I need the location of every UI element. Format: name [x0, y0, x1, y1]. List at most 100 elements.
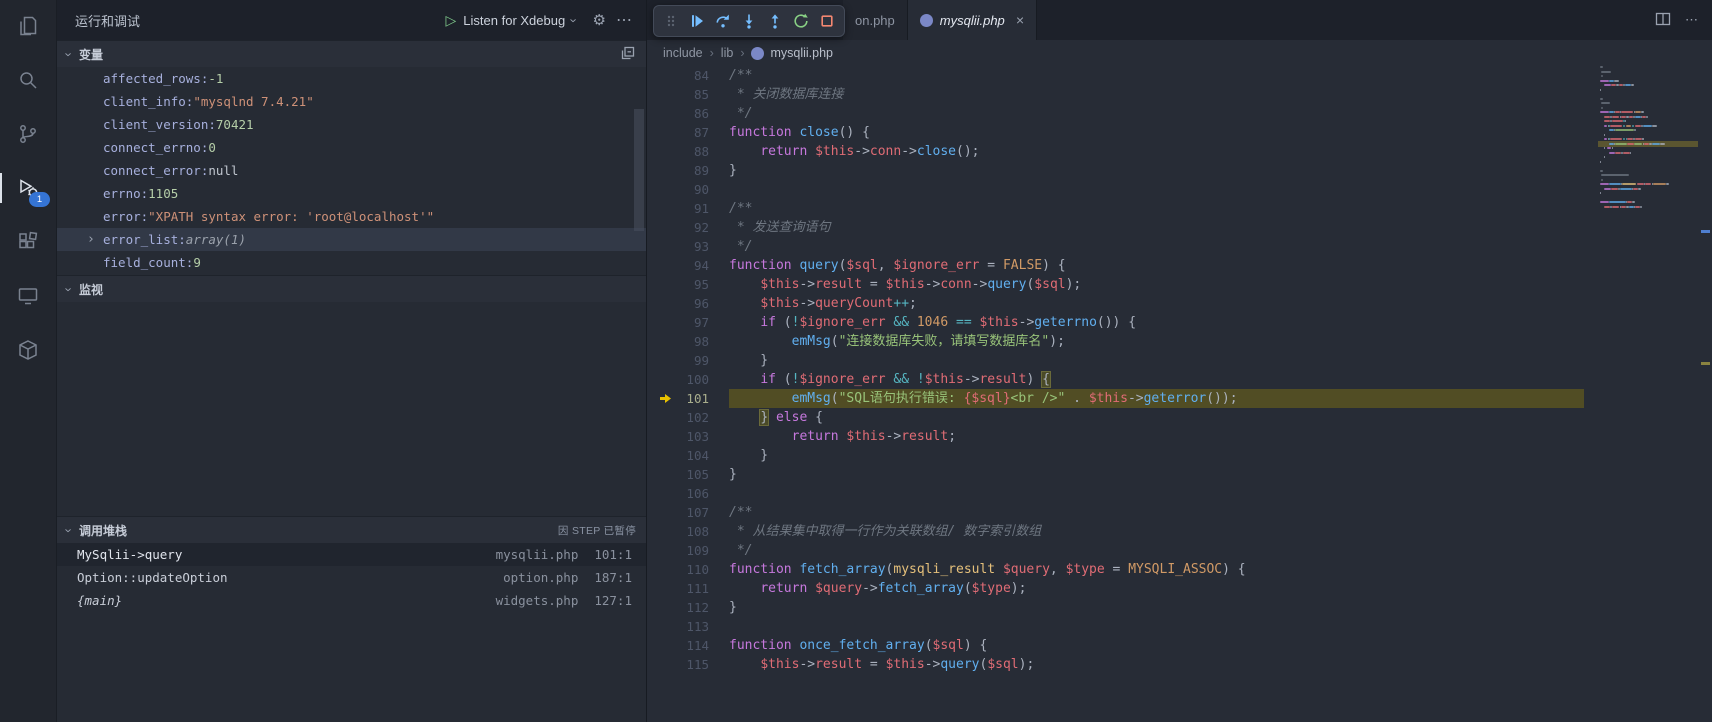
code-line[interactable]: 95 $this->result = $this->conn->query($s…: [647, 275, 1584, 294]
package-icon[interactable]: [4, 330, 52, 370]
php-file-icon: [920, 14, 933, 27]
breadcrumb: include › lib › mysqlii.php: [647, 40, 1712, 66]
restart-button[interactable]: [788, 8, 814, 34]
editor-group: on.php mysqlii.php × ⋯ include › lib ›: [647, 0, 1712, 722]
variable-row[interactable]: connect_error: null: [57, 159, 646, 182]
overview-ruler[interactable]: [1698, 40, 1712, 722]
variable-row[interactable]: ›error_list: array(1): [57, 228, 646, 251]
code-line[interactable]: 114function once_fetch_array($sql) {: [647, 636, 1584, 655]
debug-config-dropdown[interactable]: ▷ Listen for Xdebug ›: [446, 12, 577, 29]
ruler-marker: [1701, 230, 1710, 233]
paused-status-badge: 因 STEP 已暂停: [558, 523, 636, 538]
code-line[interactable]: 93 */: [647, 237, 1584, 256]
code-line[interactable]: 101 emMsg("SQL语句执行错误: {$sql}<br />" . $t…: [647, 389, 1584, 408]
code-line[interactable]: 91/**: [647, 199, 1584, 218]
variables-section-header[interactable]: › 变量: [57, 40, 646, 67]
code-line[interactable]: 103 return $this->result;: [647, 427, 1584, 446]
run-and-debug-icon[interactable]: 1: [4, 168, 52, 208]
variable-row[interactable]: errno: 1105: [57, 182, 646, 205]
code-line[interactable]: 109 */: [647, 541, 1584, 560]
code-line[interactable]: 96 $this->queryCount++;: [647, 294, 1584, 313]
breadcrumb-item[interactable]: lib: [721, 46, 734, 60]
tabs: on.php mysqlii.php ×: [843, 0, 1037, 40]
code-line[interactable]: 86 */: [647, 104, 1584, 123]
split-editor-icon[interactable]: [1655, 11, 1671, 30]
code-line[interactable]: 98 emMsg("连接数据库失败，请填写数据库名");: [647, 332, 1584, 351]
code-line[interactable]: 94function query($sql, $ignore_err = FAL…: [647, 256, 1584, 275]
variable-row[interactable]: client_info: "mysqlnd 7.4.21": [57, 90, 646, 113]
stack-frame[interactable]: MySqlii->querymysqlii.php101:1: [57, 543, 646, 566]
code-line[interactable]: 107/**: [647, 503, 1584, 522]
continue-button[interactable]: [684, 8, 710, 34]
tab-label: on.php: [855, 13, 895, 28]
breadcrumb-separator: ›: [740, 46, 744, 60]
callstack-section-header[interactable]: › 调用堆栈 因 STEP 已暂停: [57, 516, 646, 543]
source-control-icon[interactable]: [4, 114, 52, 154]
remote-explorer-icon[interactable]: [4, 276, 52, 316]
step-over-button[interactable]: [710, 8, 736, 34]
code-line[interactable]: 113: [647, 617, 1584, 636]
code-line[interactable]: 90: [647, 180, 1584, 199]
code-line[interactable]: 110function fetch_array(mysqli_result $q…: [647, 560, 1584, 579]
code-line[interactable]: 108 * 从结果集中取得一行作为关联数组/ 数字索引数组: [647, 522, 1584, 541]
code-line[interactable]: 111 return $query->fetch_array($type);: [647, 579, 1584, 598]
code-line[interactable]: 112}: [647, 598, 1584, 617]
code-line[interactable]: 115 $this->result = $this->query($sql);: [647, 655, 1584, 674]
code-line[interactable]: 100 if (!$ignore_err && !$this->result) …: [647, 370, 1584, 389]
code-line[interactable]: 92 * 发送查询语句: [647, 218, 1584, 237]
tab-mysqlii-php[interactable]: mysqlii.php ×: [908, 0, 1037, 40]
gear-icon[interactable]: ⚙: [593, 11, 606, 29]
stack-frame[interactable]: Option::updateOptionoption.php187:1: [57, 566, 646, 589]
more-actions-icon[interactable]: ⋯: [1685, 12, 1698, 28]
code-line[interactable]: 87function close() {: [647, 123, 1584, 142]
variable-row[interactable]: field_count: 9: [57, 251, 646, 274]
code-line[interactable]: 102 } else {: [647, 408, 1584, 427]
tab-label: mysqlii.php: [940, 13, 1005, 28]
code-line[interactable]: 105}: [647, 465, 1584, 484]
twistie-expanded-icon: ›: [62, 524, 77, 536]
breadcrumb-item-file[interactable]: mysqlii.php: [751, 46, 833, 60]
drag-handle-icon[interactable]: [658, 8, 684, 34]
activity-bar: 1: [0, 0, 57, 722]
code-line[interactable]: 97 if (!$ignore_err && 1046 == $this->ge…: [647, 313, 1584, 332]
code-line[interactable]: 85 * 关闭数据库连接: [647, 85, 1584, 104]
tab-option-php[interactable]: on.php: [843, 0, 908, 40]
debug-sidebar: 运行和调试 ▷ Listen for Xdebug › ⚙ ⋯ › 变量 aff…: [57, 0, 647, 722]
debug-config-label: Listen for Xdebug: [463, 13, 565, 28]
debug-toolbar: [653, 5, 845, 37]
twistie-expanded-icon: ›: [62, 283, 77, 295]
search-icon[interactable]: [4, 60, 52, 100]
chevron-down-icon: ›: [567, 18, 582, 22]
step-out-button[interactable]: [762, 8, 788, 34]
variables-scrollbar[interactable]: [634, 109, 644, 231]
code-area: 84/**85 * 关闭数据库连接86 */87function close()…: [647, 66, 1584, 674]
debug-count-badge: 1: [29, 192, 50, 207]
code-line[interactable]: 89}: [647, 161, 1584, 180]
vscode-window: 1 运行和调试 ▷ Listen for Xdebug › ⚙ ⋯ › 变量: [0, 0, 1712, 722]
watch-section-label: 监视: [79, 281, 103, 298]
variable-row[interactable]: error: "XPATH syntax error: 'root@localh…: [57, 205, 646, 228]
minimap[interactable]: [1600, 66, 1696, 210]
more-actions-icon[interactable]: ⋯: [616, 10, 632, 30]
stack-frame[interactable]: {main}widgets.php127:1: [57, 589, 646, 612]
collapse-all-icon[interactable]: [620, 45, 636, 64]
extensions-icon[interactable]: [4, 222, 52, 262]
php-file-icon: [751, 47, 764, 60]
start-debugging-icon[interactable]: ▷: [446, 12, 457, 29]
breadcrumb-item[interactable]: include: [663, 46, 703, 60]
watch-section-header[interactable]: › 监视: [57, 275, 646, 302]
code-line[interactable]: 106: [647, 484, 1584, 503]
variable-row[interactable]: connect_errno: 0: [57, 136, 646, 159]
step-into-button[interactable]: [736, 8, 762, 34]
variable-row[interactable]: affected_rows: -1: [57, 67, 646, 90]
debug-current-line-arrow: [659, 393, 672, 404]
variables-list: affected_rows: -1client_info: "mysqlnd 7…: [57, 67, 646, 275]
explorer-icon[interactable]: [4, 6, 52, 46]
stop-button[interactable]: [814, 8, 840, 34]
code-line[interactable]: 104 }: [647, 446, 1584, 465]
code-line[interactable]: 99 }: [647, 351, 1584, 370]
code-line[interactable]: 88 return $this->conn->close();: [647, 142, 1584, 161]
close-icon[interactable]: ×: [1016, 12, 1024, 28]
variable-row[interactable]: client_version: 70421: [57, 113, 646, 136]
code-line[interactable]: 84/**: [647, 66, 1584, 85]
